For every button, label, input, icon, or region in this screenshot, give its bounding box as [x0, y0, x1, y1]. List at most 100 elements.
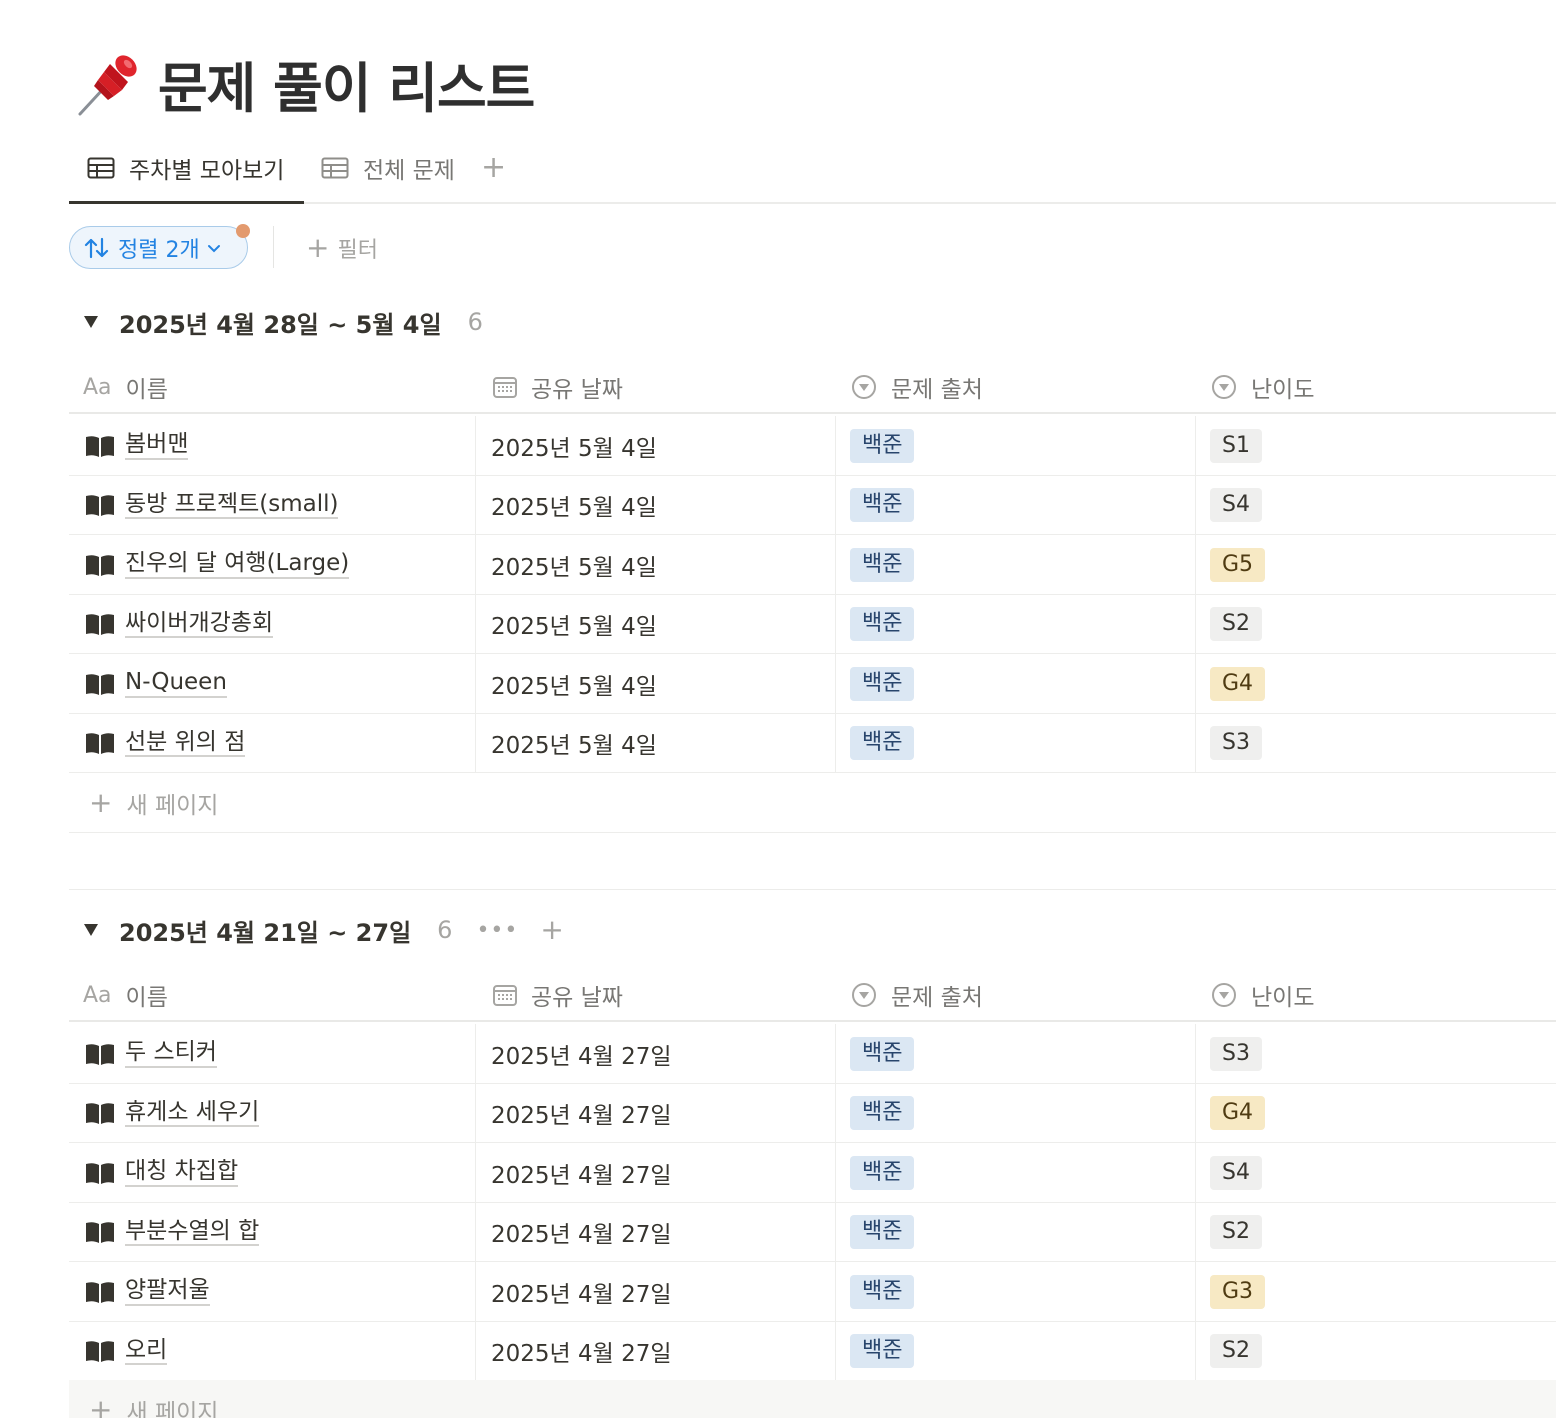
text-property-icon: Aa	[83, 982, 112, 1008]
group-count: 6	[437, 916, 453, 944]
date-cell: 2025년 5월 4일	[475, 475, 835, 535]
page-link[interactable]: N-Queen	[125, 669, 227, 698]
sort-button[interactable]: 정렬 2개	[69, 226, 248, 269]
table-row[interactable]: 싸이버개강총회 2025년 5월 4일 백준 S2	[69, 594, 1556, 654]
toolbar-divider	[273, 226, 274, 268]
new-page-button[interactable]: + 새 페이지	[69, 773, 1556, 833]
table-row[interactable]: 대칭 차집합 2025년 4월 27일 백준 S4	[69, 1143, 1556, 1203]
source-tag: 백준	[850, 726, 915, 760]
select-property-icon	[851, 374, 877, 400]
column-header-source[interactable]: 문제 출처	[851, 362, 983, 412]
source-cell: 백준	[835, 713, 1195, 773]
page-link[interactable]: 오리	[125, 1337, 168, 1366]
source-cell: 백준	[835, 535, 1195, 594]
sort-arrows-icon	[84, 237, 109, 258]
level-cell: S3	[1195, 1024, 1556, 1083]
plus-icon: +	[89, 785, 113, 819]
collapse-caret-icon[interactable]	[83, 923, 99, 937]
column-header-date[interactable]: 공유 날짜	[493, 970, 623, 1020]
name-cell: 동방 프로젝트(small)	[69, 476, 475, 535]
column-header-name[interactable]: Aa 이름	[83, 362, 168, 412]
plus-icon: +	[306, 231, 330, 264]
new-page-label: 새 페이지	[126, 792, 219, 819]
select-property-icon	[851, 982, 877, 1008]
level-tag: S4	[1210, 1155, 1262, 1190]
level-cell: G4	[1195, 1083, 1556, 1143]
column-header-source[interactable]: 문제 출처	[851, 970, 983, 1020]
table-row[interactable]: 양팔저울 2025년 4월 27일 백준 G3	[69, 1262, 1556, 1322]
select-property-icon	[1211, 374, 1237, 400]
column-header-name[interactable]: Aa 이름	[83, 970, 168, 1020]
column-header-level[interactable]: 난이도	[1211, 970, 1314, 1020]
table-row[interactable]: 선분 위의 점 2025년 5월 4일 백준 S3	[69, 713, 1556, 773]
source-tag: 백준	[850, 547, 915, 582]
group-header: 2025년 4월 28일 ~ 5월 4일 6	[69, 302, 483, 342]
table-row[interactable]: 오리 2025년 4월 27일 백준 S2	[69, 1321, 1556, 1381]
tab-label: 주차별 모아보기	[129, 158, 285, 184]
table-row[interactable]: 동방 프로젝트(small) 2025년 5월 4일 백준 S4	[69, 475, 1556, 535]
column-label: 난이도	[1251, 377, 1315, 403]
level-tag: G4	[1210, 1096, 1266, 1130]
open-book-icon	[86, 1281, 114, 1303]
page-link[interactable]: 두 스티커	[125, 1039, 217, 1068]
collapse-caret-icon[interactable]	[83, 315, 99, 329]
filter-button[interactable]: + 필터	[306, 232, 378, 264]
page-link[interactable]: 대칭 차집합	[125, 1158, 239, 1187]
add-view-button[interactable]: +	[481, 150, 506, 185]
open-book-icon	[86, 1103, 114, 1124]
table-row[interactable]: 휴게소 세우기 2025년 4월 27일 백준 G4	[69, 1083, 1556, 1143]
level-cell: S4	[1195, 1143, 1556, 1202]
page-link[interactable]: 동방 프로젝트(small)	[125, 491, 339, 520]
name-cell: 싸이버개강총회	[69, 595, 475, 654]
active-tab-indicator	[69, 201, 304, 204]
date-cell: 2025년 4월 27일	[475, 1083, 835, 1143]
level-cell: S3	[1195, 713, 1556, 773]
table-row[interactable]: 봄버맨 2025년 5월 4일 백준 S1	[69, 416, 1556, 476]
select-property-icon	[1211, 982, 1237, 1008]
page-link[interactable]: 양팔저울	[125, 1277, 210, 1306]
level-tag: S2	[1210, 607, 1262, 641]
add-row-icon[interactable]: +	[540, 916, 563, 944]
name-cell: 대칭 차집합	[69, 1143, 475, 1202]
column-header-level[interactable]: 난이도	[1211, 362, 1314, 412]
name-cell: 양팔저울	[69, 1262, 475, 1321]
table-row[interactable]: N-Queen 2025년 5월 4일 백준 G4	[69, 654, 1556, 714]
sort-label: 정렬 2개	[118, 237, 200, 263]
source-cell: 백준	[835, 594, 1195, 654]
open-book-icon	[86, 673, 114, 695]
tab-weekly[interactable]: 주차별 모아보기	[87, 148, 284, 188]
more-options-icon[interactable]: •••	[476, 918, 518, 943]
level-tag: S1	[1210, 428, 1262, 463]
column-header-date[interactable]: 공유 날짜	[493, 362, 623, 412]
level-tag: S3	[1210, 726, 1262, 760]
group-divider	[69, 889, 1556, 890]
source-cell: 백준	[835, 1321, 1195, 1381]
column-label: 공유 날짜	[531, 377, 623, 403]
source-tag: 백준	[850, 1096, 915, 1130]
table-row[interactable]: 진우의 달 여행(Large) 2025년 5월 4일 백준 G5	[69, 535, 1556, 595]
page-link[interactable]: 봄버맨	[125, 431, 189, 460]
tab-all-problems[interactable]: 전체 문제	[321, 148, 455, 188]
level-tag: S2	[1210, 1215, 1262, 1249]
page-link[interactable]: 선분 위의 점	[125, 729, 246, 758]
table-row[interactable]: 두 스티커 2025년 4월 27일 백준 S3	[69, 1024, 1556, 1084]
source-tag: 백준	[850, 1155, 915, 1190]
plus-icon: +	[89, 1393, 113, 1418]
level-cell: S1	[1195, 416, 1556, 475]
source-tag: 백준	[850, 1036, 915, 1071]
page-link[interactable]: 휴게소 세우기	[125, 1099, 260, 1128]
table-row[interactable]: 부분수열의 합 2025년 4월 27일 백준 S2	[69, 1202, 1556, 1262]
page-link[interactable]: 부분수열의 합	[125, 1218, 260, 1247]
new-page-button[interactable]: + 새 페이지	[69, 1380, 1556, 1418]
name-cell: 봄버맨	[69, 416, 475, 475]
name-cell: N-Queen	[69, 654, 475, 713]
page-link[interactable]: 싸이버개강총회	[125, 610, 274, 639]
level-tag: G3	[1210, 1274, 1266, 1309]
table-icon	[87, 157, 115, 179]
column-label: 난이도	[1251, 985, 1315, 1011]
page-link[interactable]: 진우의 달 여행(Large)	[125, 550, 350, 579]
column-label: 이름	[125, 377, 168, 403]
level-cell: S2	[1195, 1202, 1556, 1262]
page-title-area: 문제 풀이 리스트	[74, 44, 535, 123]
group-title: 2025년 4월 28일 ~ 5월 4일	[119, 310, 442, 339]
